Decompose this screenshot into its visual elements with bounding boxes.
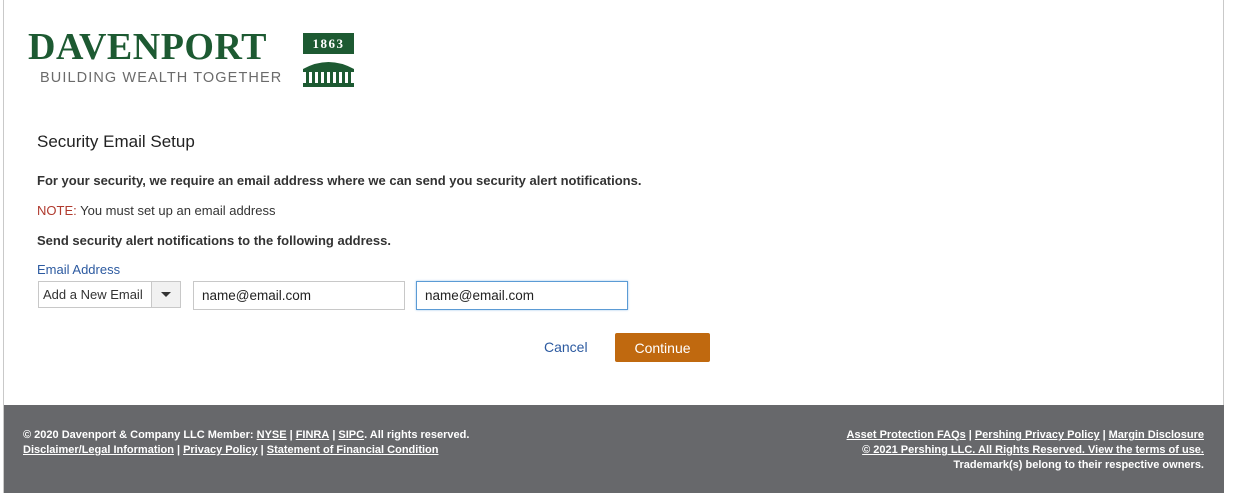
trademark-text: Trademark(s) belong to their respective … <box>953 459 1204 471</box>
dropdown-toggle-button[interactable] <box>151 282 180 307</box>
rights-text: . All rights reserved. <box>364 429 470 441</box>
pershing-copyright: © 2021 Pershing LLC. All Rights Reserved… <box>847 443 1204 458</box>
footer: © 2020 Davenport & Company LLC Member: N… <box>4 405 1224 493</box>
davenport-logo[interactable]: DAVENPORT BUILDING WEALTH TOGETHER 1863 <box>28 28 358 90</box>
footer-left: © 2020 Davenport & Company LLC Member: N… <box>23 428 469 458</box>
privacy-policy-link[interactable]: Privacy Policy <box>183 444 258 456</box>
page-title: Security Email Setup <box>37 132 195 151</box>
logo-tagline: BUILDING WEALTH TOGETHER <box>40 70 283 86</box>
finra-link[interactable]: FINRA <box>296 429 330 441</box>
cancel-button[interactable]: Cancel <box>544 339 588 355</box>
email-select-dropdown[interactable]: Add a New Email <box>38 281 181 308</box>
copyright-prefix: © 2020 Davenport & Company LLC Member: <box>23 429 257 441</box>
financial-statement-link[interactable]: Statement of Financial Condition <box>267 444 439 456</box>
send-instructions: Send security alert notifications to the… <box>37 233 391 248</box>
footer-copyright-line: © 2020 Davenport & Company LLC Member: N… <box>23 429 470 441</box>
setup-note: NOTE: You must set up an email address <box>37 203 275 218</box>
chevron-down-icon <box>161 292 171 297</box>
disclaimer-link[interactable]: Disclaimer/Legal Information <box>23 444 174 456</box>
sipc-link[interactable]: SIPC <box>338 429 364 441</box>
note-text: You must set up an email address <box>76 203 276 218</box>
confirm-email-input[interactable] <box>416 281 628 310</box>
bridge-icon <box>303 62 354 87</box>
footer-right: Asset Protection FAQs | Pershing Privacy P… <box>847 428 1204 473</box>
email-address-label: Email Address <box>37 262 121 277</box>
logo-wordmark: DAVENPORT <box>28 26 267 68</box>
asset-protection-link[interactable]: Asset Protection FAQs <box>847 429 966 441</box>
seal-year: 1863 <box>303 33 354 54</box>
margin-disclosure-link[interactable]: Margin Disclosure <box>1109 429 1204 441</box>
note-label: NOTE: <box>37 203 77 218</box>
security-description: For your security, we require an email a… <box>37 173 642 188</box>
continue-button[interactable]: Continue <box>615 333 710 362</box>
pershing-terms-link[interactable]: © 2021 Pershing LLC. All Rights Reserved… <box>862 444 1204 456</box>
email-select-value: Add a New Email <box>43 287 143 302</box>
bridge-seal-icon: 1863 <box>303 33 354 87</box>
nyse-link[interactable]: NYSE <box>257 429 287 441</box>
footer-pershing-links: Asset Protection FAQs | Pershing Privacy P… <box>846 429 1204 441</box>
email-input[interactable] <box>193 281 405 310</box>
pershing-privacy-link[interactable]: Pershing Privacy Policy <box>975 429 1100 441</box>
footer-legal-links: Disclaimer/Legal Information | Privacy Pol… <box>23 444 439 456</box>
